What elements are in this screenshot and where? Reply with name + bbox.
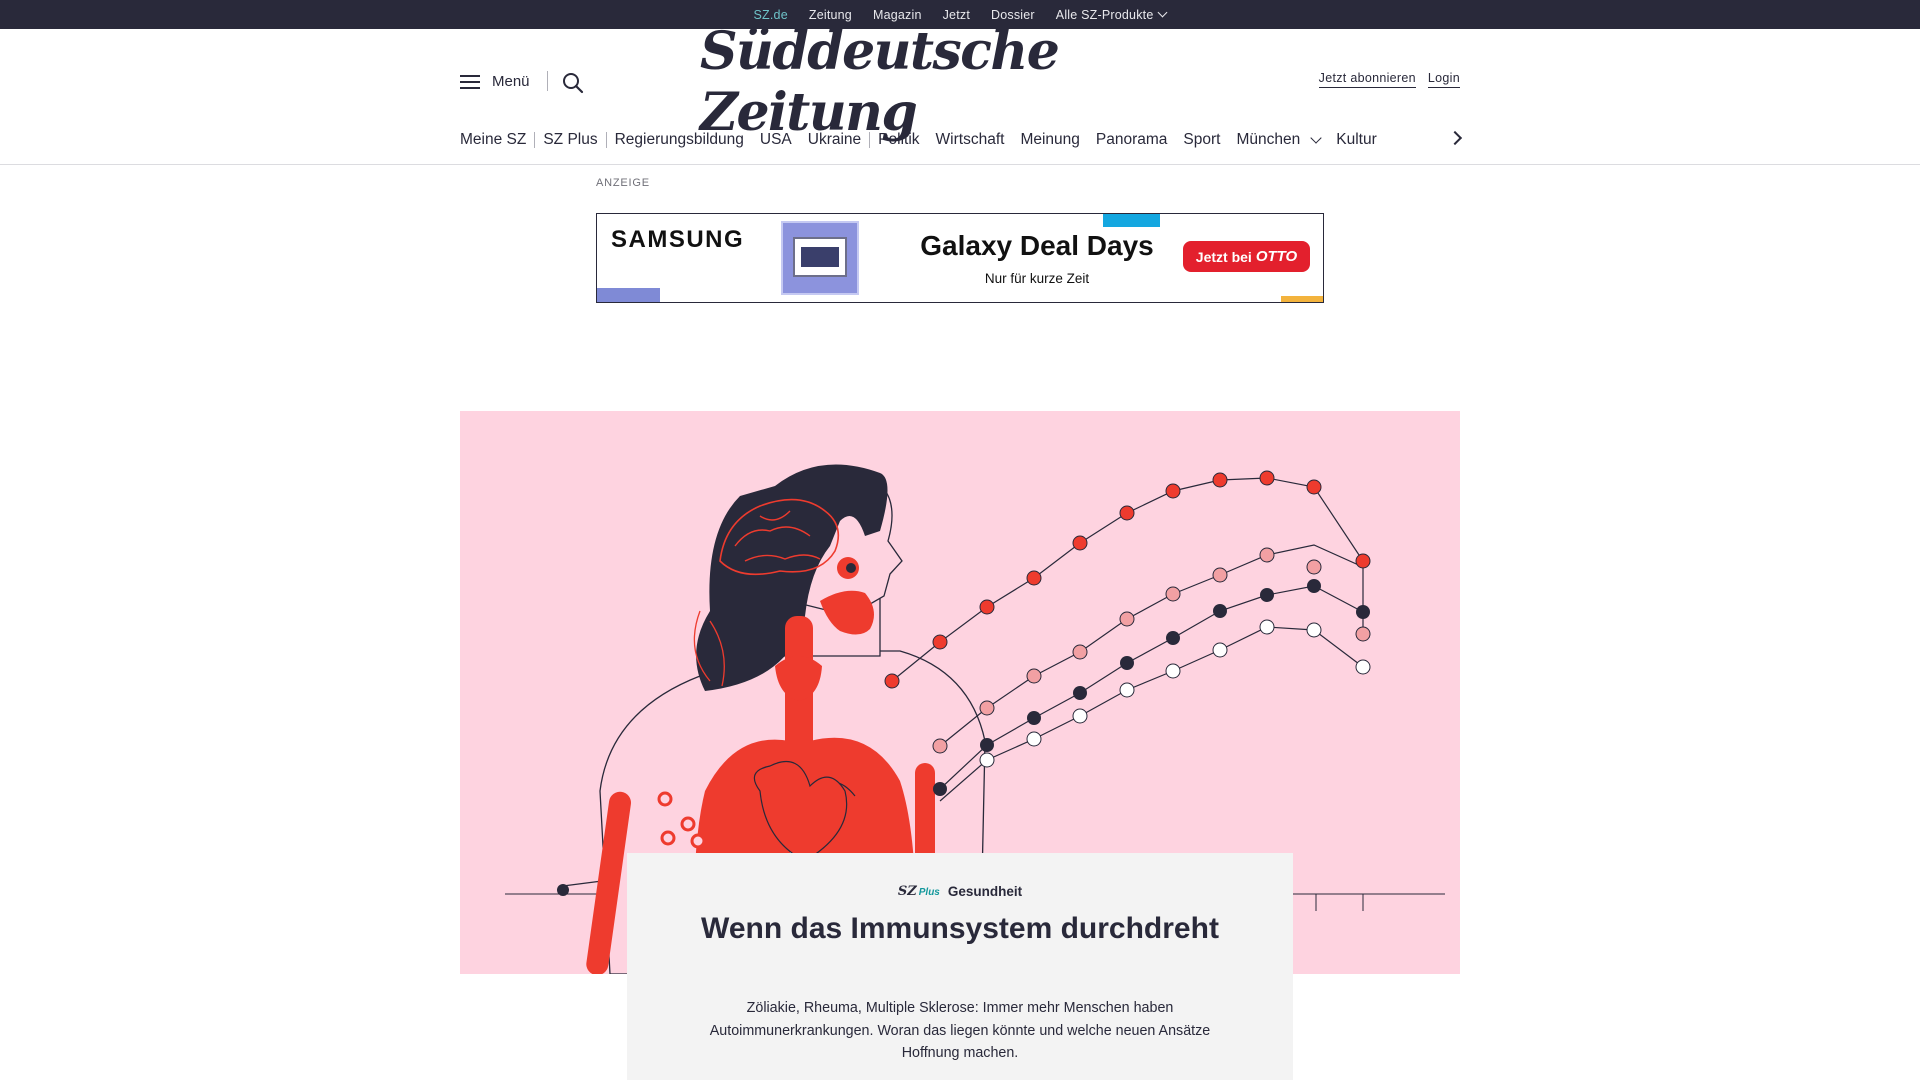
ad-product-image: [781, 221, 859, 295]
main-navigation: Meine SZ SZ Plus Regierungsbildung USA U…: [460, 129, 1385, 151]
article-kicker: SZ Plus Gesundheit: [627, 884, 1293, 899]
nav-item-meinung[interactable]: Meinung: [1012, 131, 1087, 149]
ad-headline: Galaxy Deal Days: [920, 230, 1154, 261]
tablet-icon: [793, 237, 847, 277]
site-header: Menü Süddeutsche Zeitung Jetzt abonniere…: [0, 21, 1920, 165]
site-logo[interactable]: Süddeutsche Zeitung: [700, 21, 1220, 143]
sz-plus-badge: SZ Plus: [898, 884, 940, 899]
header-divider: [547, 71, 548, 91]
nav-item-ukraine[interactable]: Ukraine: [800, 131, 869, 149]
nav-item-sport[interactable]: Sport: [1175, 131, 1228, 149]
ad-cta-button[interactable]: Jetzt bei OTTO: [1183, 241, 1310, 272]
nav-item-sz-plus[interactable]: SZ Plus: [535, 131, 605, 149]
ad-label: ANZEIGE: [596, 177, 650, 189]
nav-scroll-right-icon[interactable]: [1447, 130, 1463, 146]
sz-plus-badge-plus: Plus: [918, 887, 940, 898]
top-link-dossier[interactable]: Dossier: [991, 8, 1035, 22]
ad-subline: Nur für kurze Zeit: [984, 271, 1090, 286]
ad-cta-label: Jetzt bei: [1195, 248, 1252, 265]
nav-item-panorama[interactable]: Panorama: [1088, 131, 1176, 149]
article-title[interactable]: Wenn das Immunsystem durchdreht: [687, 909, 1233, 949]
menu-label: Menü: [492, 73, 530, 90]
top-link-zeitung[interactable]: Zeitung: [809, 8, 852, 22]
ad-decor-bar: [597, 288, 660, 302]
ad-cta-brand: OTTO: [1255, 248, 1298, 265]
nav-item-usa[interactable]: USA: [752, 131, 800, 149]
article-teaser-card[interactable]: SZ Plus Gesundheit Wenn das Immunsystem …: [627, 853, 1293, 1080]
login-link[interactable]: Login: [1427, 71, 1460, 88]
nav-item-kultur[interactable]: Kultur: [1328, 131, 1385, 149]
nav-item-politik[interactable]: Politik: [870, 131, 927, 149]
top-link-alle-sz-produkte[interactable]: Alle SZ-Produkte: [1055, 7, 1168, 22]
top-link-alle-sz-produkte-label: Alle SZ-Produkte: [1055, 7, 1154, 22]
search-icon[interactable]: [561, 71, 585, 95]
top-link-magazin[interactable]: Magazin: [873, 8, 922, 22]
nav-item-muenchen[interactable]: München: [1228, 131, 1328, 149]
hamburger-icon: [460, 74, 480, 89]
ad-banner[interactable]: SAMSUNG Galaxy Deal Days Nur für kurze Z…: [596, 213, 1324, 303]
subscribe-link[interactable]: Jetzt abonnieren: [1318, 71, 1416, 88]
chevron-down-icon: [1310, 132, 1322, 144]
ad-decor-bar: [1103, 214, 1160, 227]
ad-decor-bar: [1281, 296, 1323, 302]
top-link-sz-de[interactable]: SZ.de: [754, 8, 788, 22]
menu-button[interactable]: Menü: [460, 73, 530, 90]
nav-item-muenchen-label: München: [1236, 131, 1301, 148]
nav-item-regierungsbildung[interactable]: Regierungsbildung: [607, 131, 752, 149]
sz-plus-badge-sz: SZ: [897, 884, 917, 899]
ad-brand-logo: SAMSUNG: [611, 226, 745, 253]
article-teaser: Zöliakie, Rheuma, Multiple Sklerose: Imm…: [709, 1000, 1211, 1061]
article-section: Gesundheit: [947, 884, 1023, 899]
top-link-jetzt[interactable]: Jetzt: [943, 8, 970, 22]
account-links: Jetzt abonnieren Login: [1318, 71, 1460, 88]
nav-item-meine-sz[interactable]: Meine SZ: [460, 131, 534, 149]
chevron-down-icon: [1158, 7, 1168, 18]
nav-item-wirtschaft[interactable]: Wirtschaft: [928, 131, 1013, 149]
